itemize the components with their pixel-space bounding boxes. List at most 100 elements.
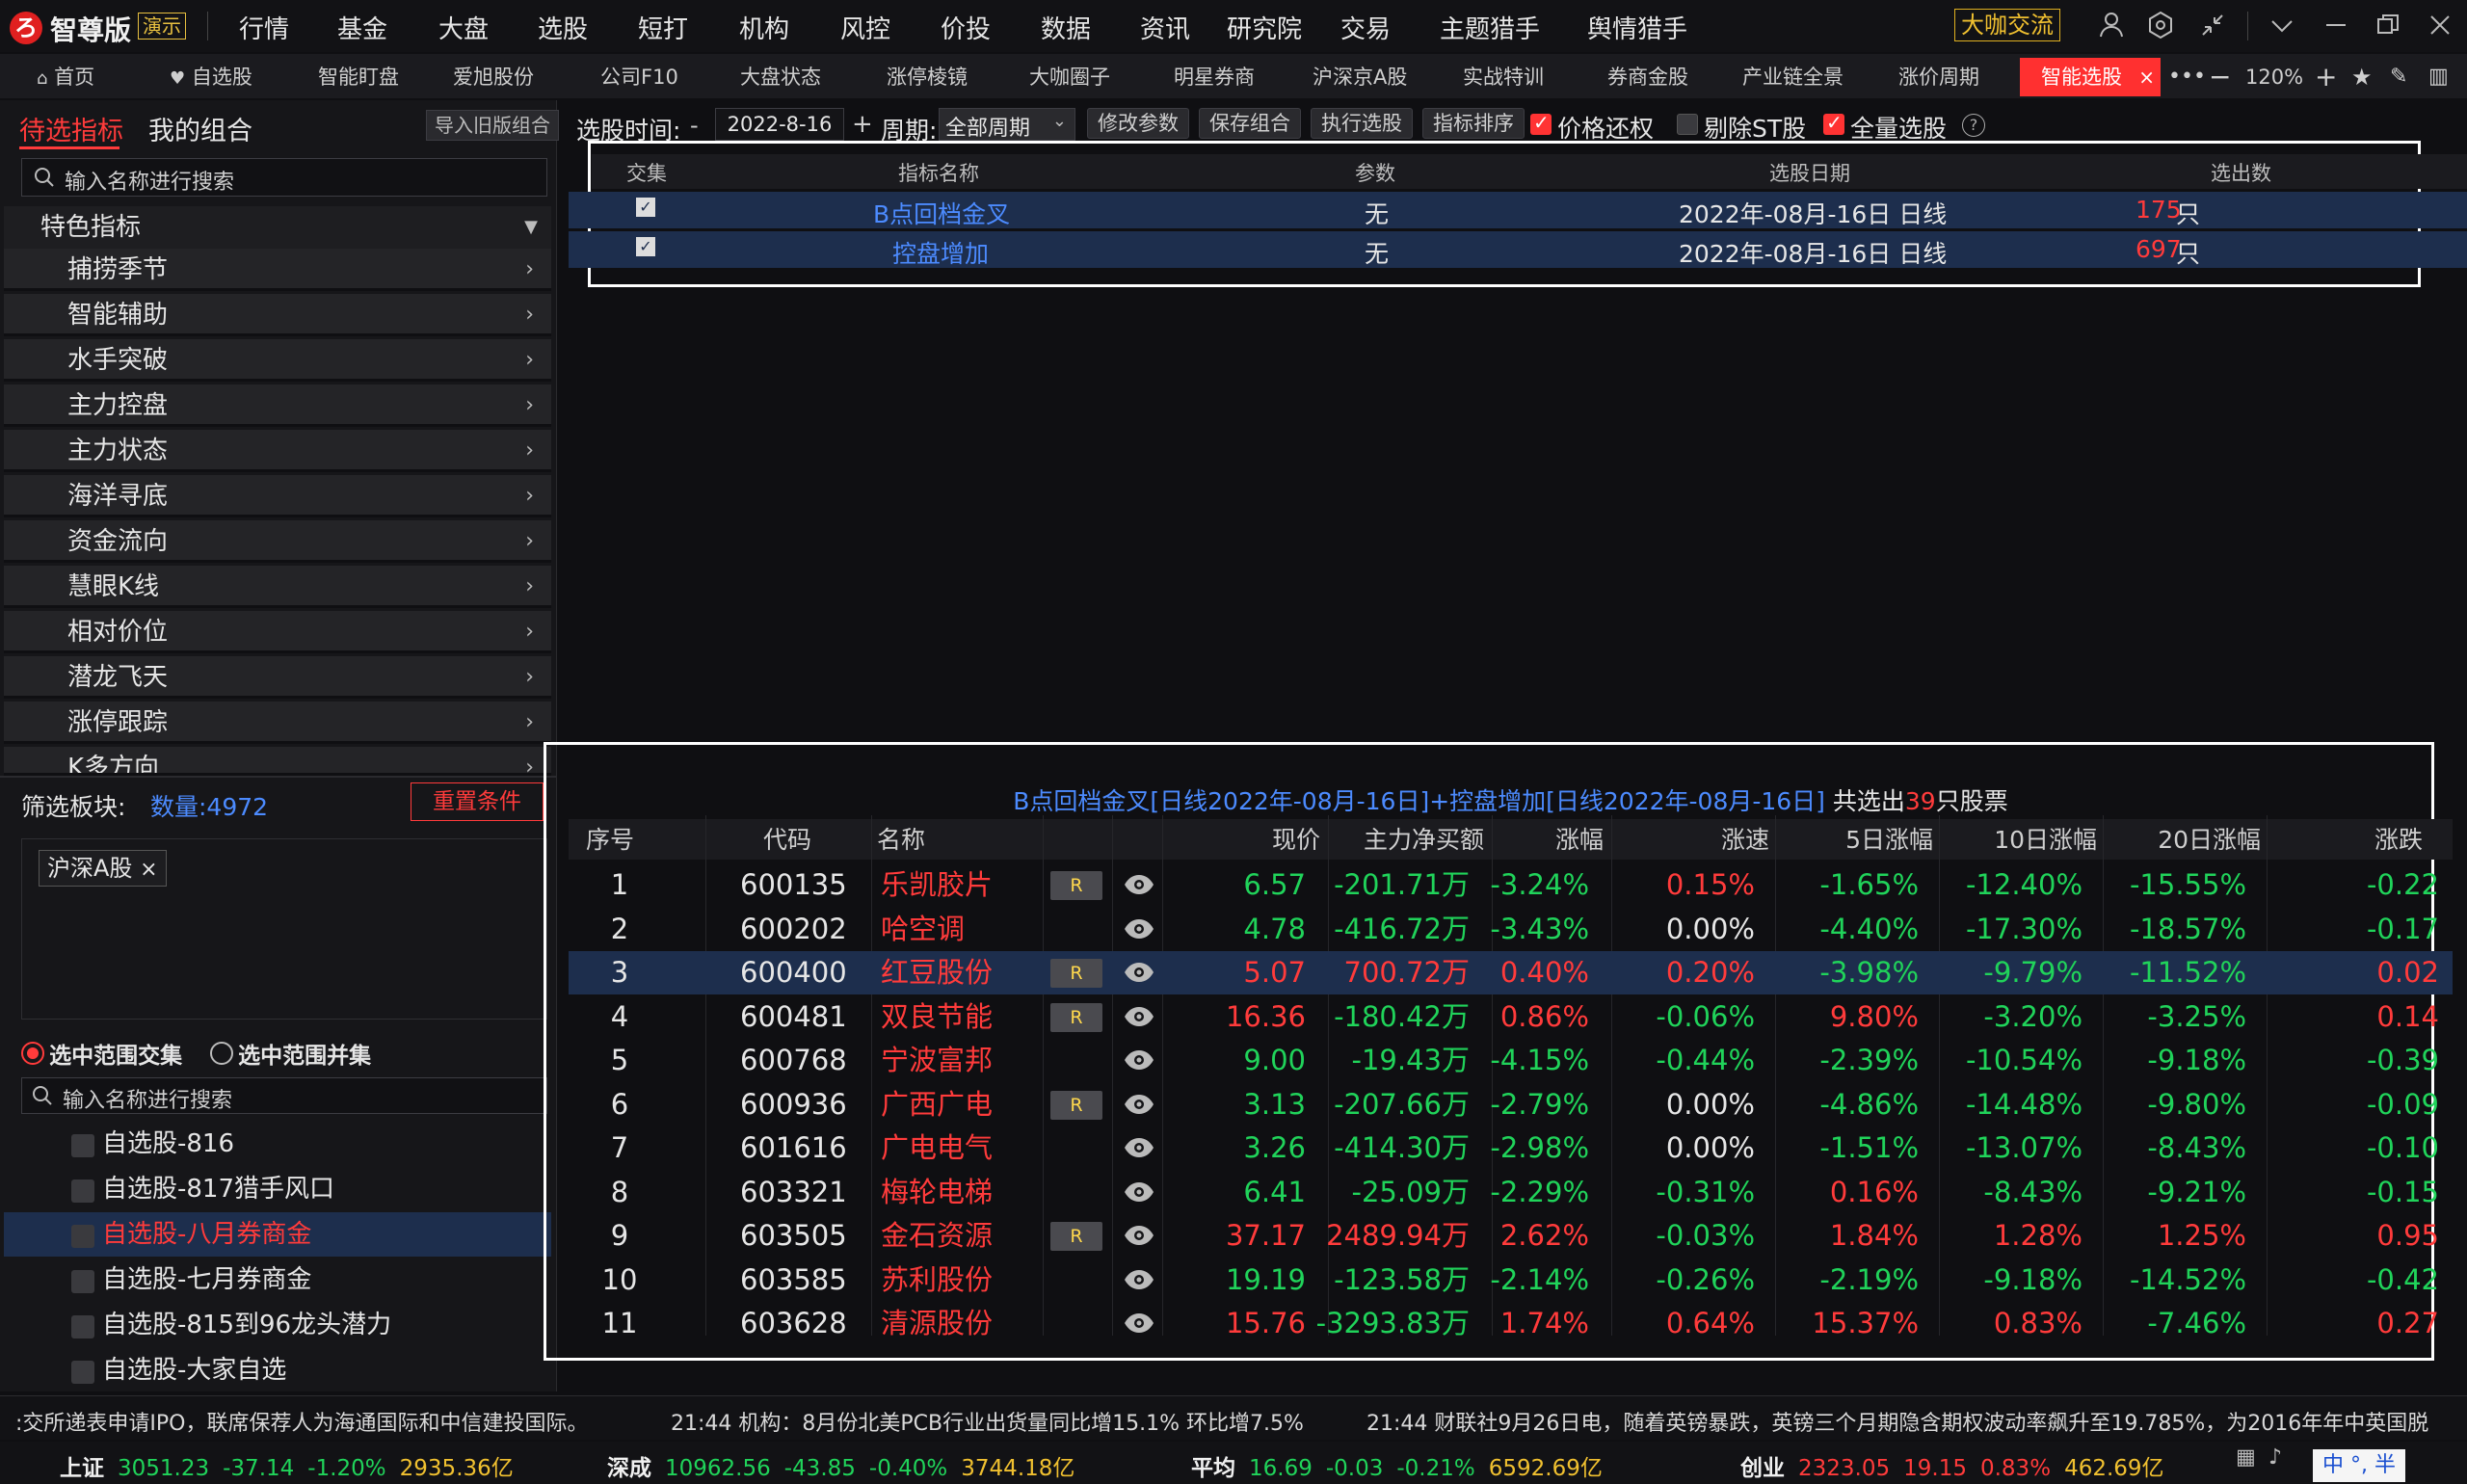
news-item[interactable]: :交所递表申请IPO，联席保荐人为海通国际和中信建投国际。 [15,1406,589,1437]
calendar-icon[interactable]: ▦ [2236,1445,2256,1470]
eye-icon[interactable] [1122,958,1156,987]
chevron-down-icon[interactable] [2267,10,2297,44]
menu-xuangu[interactable]: 选股 [538,10,588,45]
checkbox[interactable] [71,1225,94,1248]
eye-icon[interactable] [1122,870,1156,899]
radio-intersect[interactable]: 选中范围交集 [21,1037,182,1070]
menu-duanda[interactable]: 短打 [638,10,688,45]
tab-close-icon[interactable]: × [2138,58,2155,96]
tab-shizhan[interactable]: 实战特训 [1463,58,1544,96]
save-combo-button[interactable]: 保存组合 [1199,108,1301,139]
eye-icon[interactable] [1122,1221,1156,1250]
radio-union[interactable]: 选中范围并集 [210,1037,371,1070]
board-tag[interactable]: 沪深A股 × [39,850,167,887]
more-icon[interactable]: ••• [2168,58,2206,96]
tab-mingxing[interactable]: 明星券商 [1174,58,1255,96]
pen-icon[interactable]: ✎ [2390,58,2407,96]
table-row[interactable]: 8 603321 梅轮电梯 6.41 -25.09万 -2.29% -0.31% 0.16% -… [569,1171,2453,1214]
tag-close-icon[interactable]: × [140,858,157,882]
help-icon[interactable]: ? [1962,114,1985,137]
col-seq[interactable]: 序号 [586,821,634,860]
tab-zhangjia[interactable]: 涨价周期 [1898,58,1979,96]
checkbox[interactable] [71,1134,94,1157]
col-20d[interactable]: 20日涨幅 [2158,821,2261,860]
indicator-search[interactable]: 输入名称进行搜索 [21,158,547,197]
close-icon[interactable] [2425,10,2455,44]
indicator-item[interactable]: 主力状态 › [4,430,551,472]
indicator-item[interactable]: 海洋寻底 › [4,475,551,517]
tab-zhangting[interactable]: 涨停棱镜 [887,58,968,96]
checkbox-checked-icon[interactable]: ✓ [636,198,655,217]
group-item-selected[interactable]: 自选股-八月券商金 [4,1212,551,1257]
col-code[interactable]: 代码 [763,821,811,860]
menu-zixun[interactable]: 资讯 [1140,10,1190,45]
table-row[interactable]: 1 600135 乐凯胶片 6.57 -201.71万 -3.24% 0.15% -1.65%… [569,863,2453,907]
tab-dapan-status[interactable]: 大盘状态 [740,58,821,96]
news-item[interactable]: 21:44 机构：8月份北美PCB行业出货量同比增15.1% 环比增7.5% [671,1406,1304,1437]
col-speed[interactable]: 涨速 [1721,821,1769,860]
zoom-in-icon[interactable]: + [2315,58,2337,96]
menu-fengkong[interactable]: 风控 [840,10,890,45]
period-select[interactable]: 全部周期 ⌄ [939,108,1075,141]
research-badge[interactable]: R [1050,959,1102,988]
tab-aixu[interactable]: 爱旭股份 [453,58,534,96]
indicator-item[interactable]: 主力控盘 › [4,384,551,427]
tab-hushen[interactable]: 沪深京A股 [1313,58,1407,96]
modify-params-button[interactable]: 修改参数 [1087,108,1189,139]
tab-znpp[interactable]: 智能盯盘 [318,58,399,96]
full-select-checkbox[interactable] [1823,111,1844,135]
indicator-item[interactable]: 资金流向 › [4,520,551,563]
table-row[interactable]: 7 601616 广电电气 3.26 -414.30万 -2.98% 0.00% -1.51%… [569,1126,2453,1170]
checkbox[interactable] [71,1315,94,1338]
table-row[interactable]: 5 600768 宁波富邦 9.00 -19.43万 -4.15% -0.44% -2.39%… [569,1039,2453,1082]
table-row[interactable]: 3 600400 红豆股份 5.07 700.72万 0.40% 0.20% -3.98% -9… [569,951,2453,994]
criteria-row[interactable]: ✓ 控盘增加 无 2022年-08月-16日 日线 697 只 [569,231,2467,268]
restore-icon[interactable] [2373,10,2403,44]
indicator-item[interactable]: 相对价位 › [4,611,551,653]
group-item[interactable]: 自选股-815到96龙头潜力 [4,1303,551,1347]
col-5d[interactable]: 5日涨幅 [1845,821,1933,860]
tab-zixuangu[interactable]: ♥ 自选股 [170,58,252,96]
minimize-icon[interactable] [2321,10,2351,44]
index-item[interactable]: 创业 2323.05 19.15 0.83% 462.69亿 [1740,1449,2178,1482]
price-restore-checkbox[interactable] [1530,111,1552,135]
tab-f10[interactable]: 公司F10 [600,58,678,96]
indicator-item[interactable]: 慧眼K线 › [4,566,551,608]
col-name[interactable]: 名称 [877,821,925,860]
table-row[interactable]: 6 600936 广西广电 3.13 -207.66万 -2.79% 0.00% -4.86%… [569,1083,2453,1126]
table-row[interactable]: 4 600481 双良节能 16.36 -180.42万 0.86% -0.06% 9.80%… [569,995,2453,1039]
menu-jigou[interactable]: 机构 [739,10,789,45]
checkbox[interactable] [71,1270,94,1293]
tab-smart-select[interactable]: 智能选股 × [2020,58,2161,96]
indicator-item[interactable]: 水手突破 › [4,339,551,382]
menu-zhuti[interactable]: 主题猎手 [1440,10,1540,45]
table-row[interactable]: 10 603585 苏利股份 19.19 -123.58万 -2.14% -0.26% -2.… [569,1259,2453,1302]
sort-indicators-button[interactable]: 指标排序 [1422,108,1525,139]
eye-icon[interactable] [1122,1002,1156,1031]
tab-daka[interactable]: 大咖圈子 [1029,58,1110,96]
eye-icon[interactable] [1122,1090,1156,1119]
import-old-button[interactable]: 导入旧版组合 [426,110,559,141]
ime-indicator[interactable]: 中 °, 半 [2313,1449,2405,1482]
research-badge[interactable]: R [1050,1222,1102,1251]
tab-wodezuhe[interactable]: 我的组合 [148,110,252,147]
category-feature[interactable]: 特色指标 ▼ [4,206,551,249]
table-row[interactable]: 11 603628 清源股份 15.76 -3293.83万 1.74% 0.64% 15.3… [569,1302,2453,1345]
col-net-buy[interactable]: 主力净买额 [1364,821,1484,860]
group-item[interactable]: 自选股-七月券商金 [4,1258,551,1302]
table-row[interactable]: 2 600202 哈空调 4.78 -416.72万 -3.43% 0.00% -4.40% -… [569,908,2453,951]
checkbox[interactable] [71,1361,94,1384]
indicator-item[interactable]: 潜龙飞天 › [4,656,551,699]
menu-jijin[interactable]: 基金 [337,10,387,45]
tab-daixuan[interactable]: 待选指标 [19,110,123,147]
research-badge[interactable]: R [1050,1002,1102,1032]
indicator-item[interactable]: 智能辅助 › [4,294,551,336]
menu-dapan[interactable]: 大盘 [438,10,489,45]
group-item[interactable]: 自选股-817猎手风口 [4,1167,551,1211]
exclude-st-checkbox[interactable] [1677,114,1698,135]
group-item[interactable]: 自选股-大家自选 [4,1348,551,1392]
criteria-row[interactable]: ✓ B点回档金叉 无 2022年-08月-16日 日线 175 只 [569,192,2467,228]
eye-icon[interactable] [1122,1265,1156,1294]
index-item[interactable]: 上证 3051.23 -37.14 -1.20% 2935.36亿 [60,1449,527,1482]
research-badge[interactable]: R [1050,1090,1102,1120]
